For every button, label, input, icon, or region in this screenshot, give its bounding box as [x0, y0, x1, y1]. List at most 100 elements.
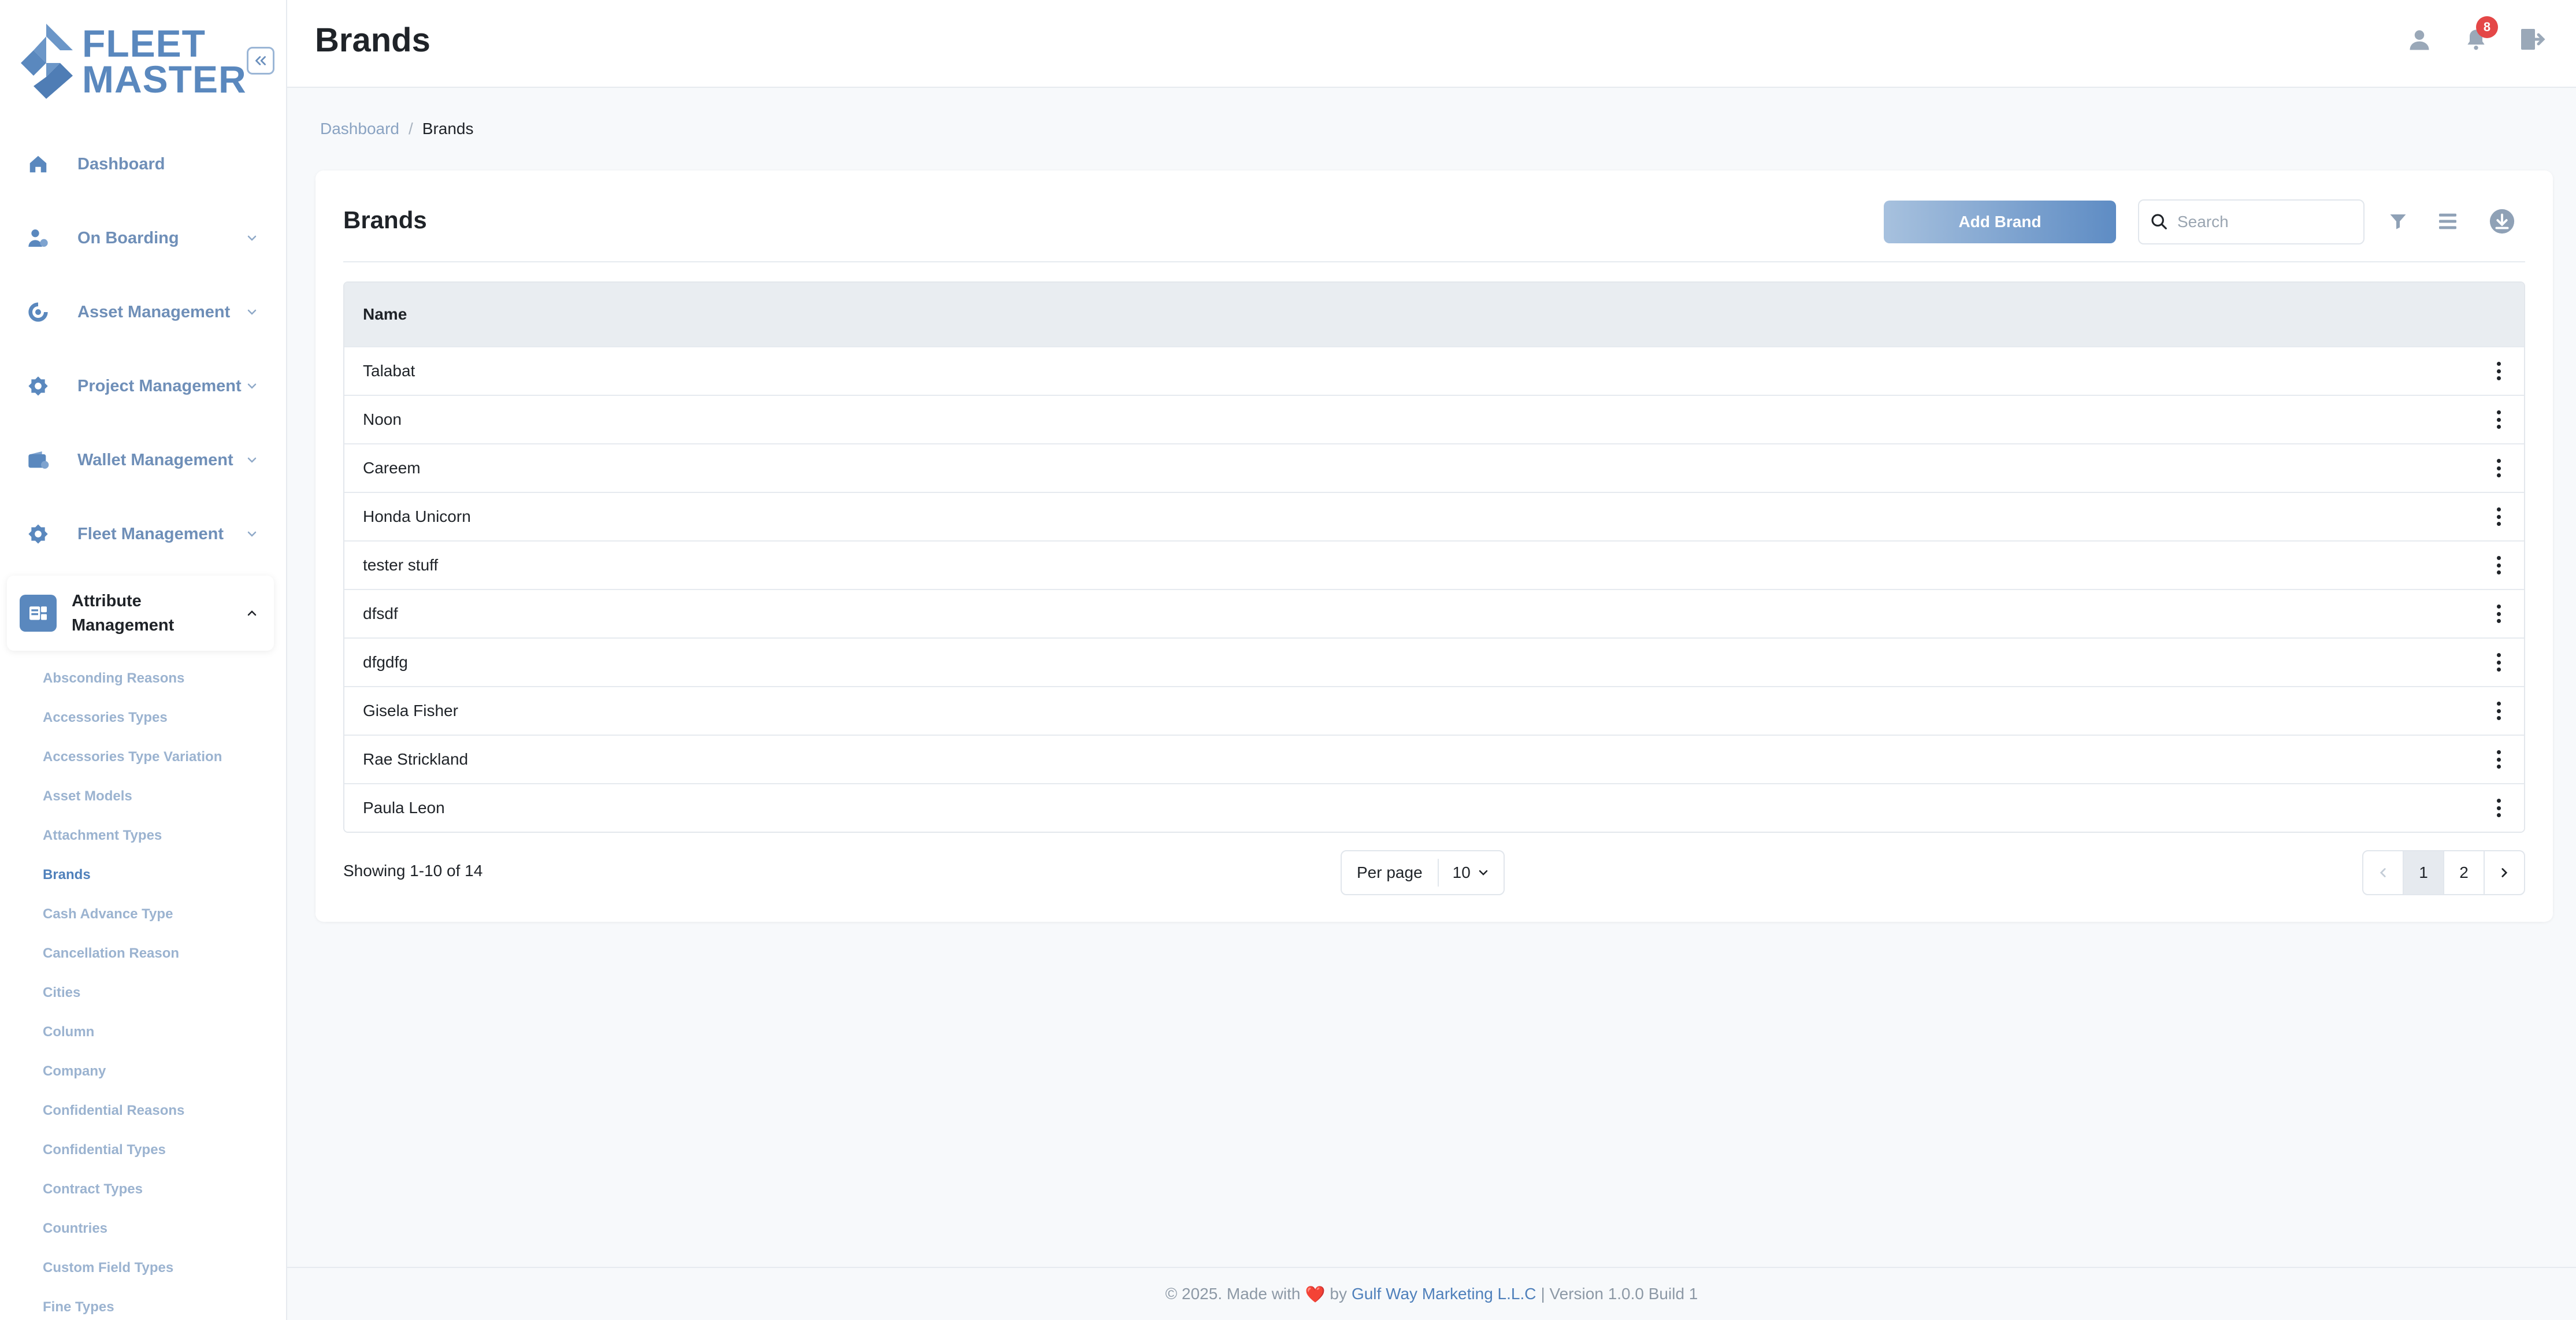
logo-line-2: MASTER [82, 58, 247, 101]
cell-name: Rae Strickland [363, 750, 469, 768]
submenu-item[interactable]: Company [43, 1052, 274, 1091]
notifications-button[interactable]: 8 [2460, 16, 2498, 55]
submenu-item[interactable]: Contract Types [43, 1170, 274, 1209]
heart-icon: ❤️ [1305, 1285, 1326, 1303]
chevron-down-icon [247, 531, 257, 537]
search-input[interactable] [2177, 213, 2351, 231]
next-page-button[interactable] [2485, 851, 2524, 894]
sidebar-item-project-management[interactable]: Project Management [7, 354, 274, 418]
submenu-item[interactable]: Cancellation Reason [43, 934, 274, 973]
showing-count: Showing 1-10 of 14 [343, 862, 483, 880]
profile-button[interactable] [2403, 23, 2436, 55]
row-actions-kebab-icon[interactable] [2493, 359, 2504, 383]
sidebar-item-attribute-management[interactable]: Attribute Management [7, 576, 274, 651]
row-actions-kebab-icon[interactable] [2493, 796, 2504, 820]
table-row[interactable]: tester stuff [344, 540, 2524, 589]
page-button-1[interactable]: 1 [2404, 851, 2444, 894]
table-row[interactable]: Rae Strickland [344, 735, 2524, 783]
per-page-label: Per page [1342, 859, 1439, 887]
row-actions-kebab-icon[interactable] [2493, 408, 2504, 431]
per-page-value: 10 [1452, 863, 1471, 881]
fleet-icon [22, 518, 54, 550]
row-actions-kebab-icon[interactable] [2493, 748, 2504, 771]
submenu-item[interactable]: Accessories Types [43, 698, 274, 737]
submenu-item[interactable]: Cash Advance Type [43, 895, 274, 934]
logo-line-1: FLEET [82, 22, 206, 65]
sidebar-item-label: Asset Management [77, 302, 231, 321]
table-row[interactable]: Gisela Fisher [344, 686, 2524, 735]
submenu-item[interactable]: Attachment Types [43, 816, 274, 855]
prev-page-button[interactable] [2363, 851, 2404, 894]
submenu-item[interactable]: Confidential Types [43, 1130, 274, 1170]
add-brand-button[interactable]: Add Brand [1884, 201, 2116, 243]
table-row[interactable]: Careem [344, 443, 2524, 492]
table-row[interactable]: Honda Unicorn [344, 492, 2524, 540]
footer-company-link[interactable]: Gulf Way Marketing L.L.C [1352, 1285, 1536, 1303]
cell-name: Honda Unicorn [363, 507, 471, 525]
fleet-master-logo[interactable]: FLEET MASTER [20, 22, 246, 101]
wallet-icon [22, 444, 54, 476]
row-actions-kebab-icon[interactable] [2493, 651, 2504, 674]
page-button-2[interactable]: 2 [2444, 851, 2485, 894]
row-actions-kebab-icon[interactable] [2493, 602, 2504, 625]
table-row[interactable]: dfsdf [344, 589, 2524, 637]
search-field[interactable] [2138, 199, 2365, 244]
logo-text: FLEET MASTER [82, 22, 247, 101]
submenu-item[interactable]: Asset Models [43, 777, 274, 816]
breadcrumb-separator: / [408, 120, 413, 138]
submenu-item[interactable]: Cities [43, 973, 274, 1013]
user-onboarding-icon [22, 222, 54, 254]
chevron-down-icon [247, 383, 257, 389]
user-icon [2410, 30, 2429, 50]
submenu-item[interactable]: Confidential Reasons [43, 1091, 274, 1130]
table-row[interactable]: dfgdfg [344, 637, 2524, 686]
logo-mark-icon [20, 24, 73, 99]
list-icon [2439, 213, 2456, 229]
row-actions-kebab-icon[interactable] [2493, 505, 2504, 528]
sidebar-item-asset-management[interactable]: Asset Management [7, 280, 274, 344]
submenu-item[interactable]: Accessories Type Variation [43, 737, 274, 777]
chevron-down-icon [1479, 870, 1488, 876]
submenu-item[interactable]: Countries [43, 1209, 274, 1248]
cell-name: Gisela Fisher [363, 702, 458, 720]
submenu-item[interactable]: Custom Field Types [43, 1248, 274, 1288]
submenu-item[interactable]: Fine Types [43, 1288, 274, 1320]
row-actions-kebab-icon[interactable] [2493, 457, 2504, 480]
sidebar-item-label: Wallet Management [77, 450, 233, 469]
project-icon [22, 370, 54, 402]
attribute-submenu: Absconding Reasons Accessories Types Acc… [43, 659, 274, 1320]
table-row[interactable]: Noon [344, 395, 2524, 443]
top-bar: Brands 8 [287, 0, 2576, 88]
sidebar-item-fleet-management[interactable]: Fleet Management [7, 502, 274, 566]
chevron-right-icon [2501, 868, 2508, 877]
row-actions-kebab-icon[interactable] [2493, 699, 2504, 722]
logout-button[interactable] [2515, 23, 2548, 55]
sidebar-item-wallet-management[interactable]: Wallet Management [7, 428, 274, 492]
row-actions-kebab-icon[interactable] [2493, 554, 2504, 577]
chevron-up-icon [247, 610, 257, 616]
download-button[interactable] [2488, 207, 2516, 235]
filter-button[interactable] [2384, 207, 2412, 235]
submenu-item-brands[interactable]: Brands [43, 855, 274, 895]
breadcrumb-dashboard-link[interactable]: Dashboard [320, 120, 399, 138]
footer-version: | Version 1.0.0 Build 1 [1541, 1285, 1698, 1303]
column-header-name[interactable]: Name [363, 305, 407, 324]
breadcrumb: Dashboard / Brands [320, 120, 473, 138]
sidebar-item-dashboard[interactable]: Dashboard [7, 132, 274, 196]
sidebar: FLEET MASTER Dashboard On Boarding Asset… [0, 0, 287, 1320]
logout-icon [2521, 29, 2545, 50]
sidebar-item-on-boarding[interactable]: On Boarding [7, 206, 274, 270]
per-page-value-wrapper[interactable]: 10 [1439, 863, 1490, 882]
chevron-down-icon [247, 309, 257, 315]
chevron-down-icon [247, 457, 257, 463]
columns-button[interactable] [2434, 207, 2462, 235]
submenu-item[interactable]: Absconding Reasons [43, 659, 274, 698]
notification-badge: 8 [2476, 16, 2498, 38]
collapse-sidebar-button[interactable] [247, 47, 274, 75]
table-row[interactable]: Paula Leon [344, 783, 2524, 832]
cell-name: dfsdf [363, 605, 398, 622]
breadcrumb-current: Brands [422, 120, 474, 138]
per-page-select[interactable]: Per page 10 [1341, 850, 1505, 895]
table-row[interactable]: Talabat [344, 346, 2524, 395]
submenu-item[interactable]: Column [43, 1013, 274, 1052]
